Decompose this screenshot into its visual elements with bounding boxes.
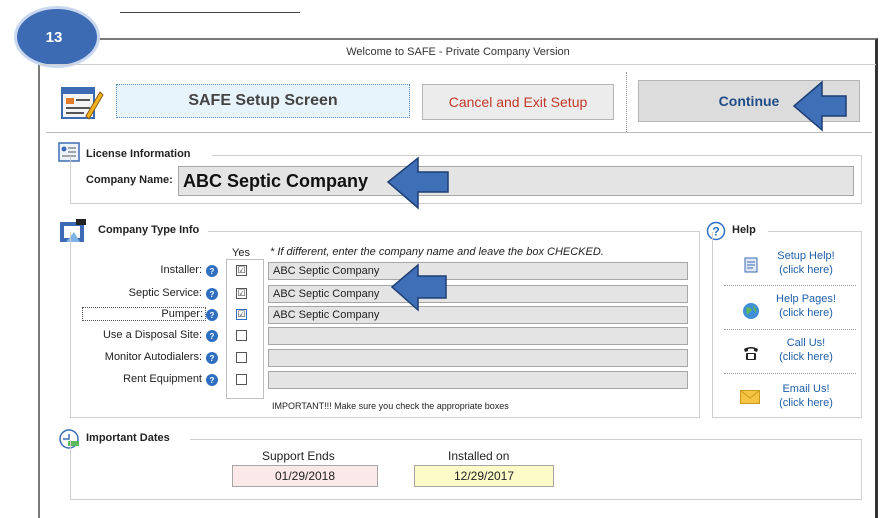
- company-type-arrow-icon: [390, 263, 447, 312]
- arrow-overlay: [386, 80, 847, 312]
- company-name-arrow-icon: [386, 156, 449, 210]
- continue-arrow-icon: [792, 80, 847, 132]
